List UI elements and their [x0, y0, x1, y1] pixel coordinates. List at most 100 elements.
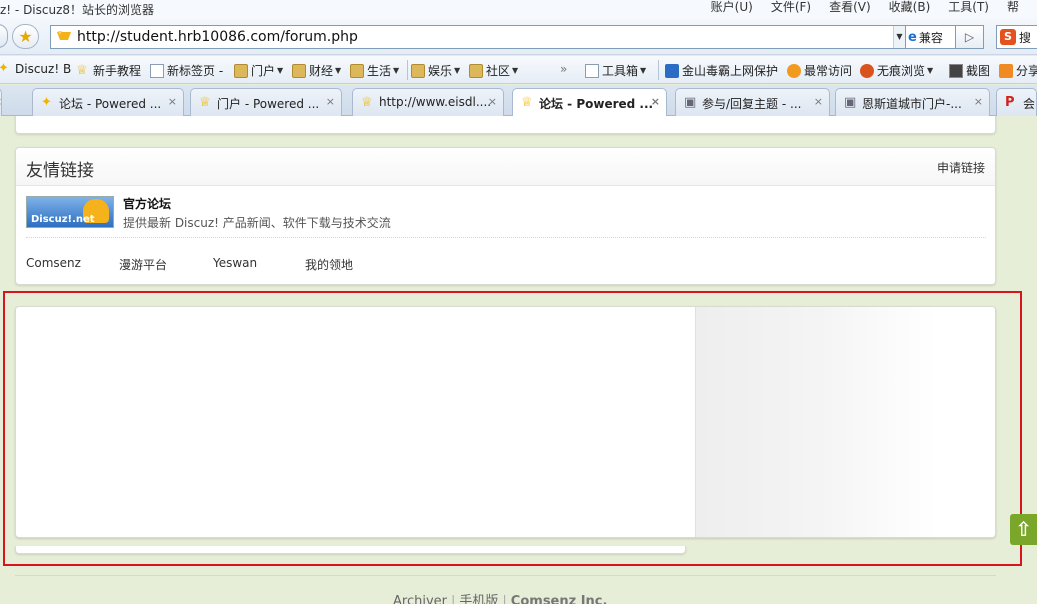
tab-close-icon[interactable]: ×	[326, 95, 335, 108]
tab-bar: × ✦ 论坛 - Powered ... × ♕ 门户 - Powered ..…	[0, 85, 1037, 116]
footer: Archiver | 手机版 | Comsenz Inc.	[393, 590, 607, 604]
tab-ensidao-portal[interactable]: ▣ 恩斯道城市门户-... ×	[835, 88, 990, 116]
menu-help[interactable]: 帮	[1007, 0, 1019, 18]
back-button[interactable]	[0, 24, 8, 48]
bookmark-toolbox[interactable]: 工具箱 ▼	[585, 62, 646, 79]
share-icon	[999, 63, 1013, 78]
discuz-cup-icon	[57, 31, 71, 40]
tab-close-icon[interactable]: ×	[488, 95, 497, 108]
compat-label: 兼容	[918, 30, 943, 45]
menu-view[interactable]: 查看(V)	[829, 0, 871, 18]
bookmark-screenshot[interactable]: 截图	[949, 62, 990, 79]
logo-text: Discuz!.net	[31, 214, 95, 225]
bookmark-private-browsing[interactable]: 无痕浏览 ▼	[860, 62, 933, 79]
bookmark-folder-entertainment[interactable]: 娱乐 ▼	[411, 62, 460, 79]
apply-link-button[interactable]: 申请链接	[937, 159, 985, 176]
tab-portal[interactable]: ♕ 门户 - Powered ... ×	[190, 88, 342, 116]
search-box[interactable]: S 搜	[996, 25, 1037, 49]
crop-icon	[949, 63, 963, 78]
chevron-down-icon: ▼	[393, 66, 400, 75]
back-to-top-button[interactable]: ⇧	[1010, 514, 1037, 545]
friend-link-comsenz[interactable]: Comsenz	[26, 256, 81, 270]
bookmarks-bar: ✦ Discuz! B ♕ 新手教程 新标签页 - 门户 ▼ 财经 ▼ 生活 ▼ 娱乐…	[0, 56, 1037, 84]
app-icon: P	[1005, 95, 1015, 110]
chevron-down-icon: ▼	[640, 66, 647, 75]
folder-icon	[234, 63, 248, 78]
tab-partial[interactable]: P 会	[996, 88, 1037, 116]
eye-icon	[860, 63, 874, 78]
bookmark-share[interactable]: 分享	[999, 62, 1037, 79]
double-chevron-icon: »	[560, 62, 568, 76]
bookmark-newbie-tutorial[interactable]: ♕ 新手教程	[76, 62, 141, 79]
friend-links-header: 友情链接 申请链接	[16, 148, 995, 186]
bookmark-folder-community[interactable]: 社区 ▼	[469, 62, 518, 79]
compat-mode-button[interactable]: e 兼容	[906, 25, 956, 49]
bookmark-folder-life[interactable]: 生活 ▼	[350, 62, 399, 79]
tab-close-icon[interactable]: ×	[168, 95, 177, 108]
footer-company[interactable]: Comsenz Inc.	[511, 594, 608, 604]
cup-icon: ♕	[199, 95, 211, 110]
cup-icon: ♕	[76, 62, 88, 78]
chevron-down-icon: ▼	[335, 66, 342, 75]
page-icon	[150, 63, 164, 78]
previous-panel-bottom	[15, 116, 996, 134]
toolbox-icon	[585, 63, 599, 78]
page-icon: ▣	[684, 95, 697, 110]
search-label: 搜	[1019, 30, 1032, 45]
folder-icon	[292, 63, 306, 78]
person-icon: ✦	[41, 95, 52, 110]
favorite-star-button[interactable]: ★	[12, 24, 39, 49]
tab-close-icon[interactable]: ×	[651, 95, 660, 108]
folder-icon	[469, 63, 483, 78]
tab-scroll-left[interactable]: ×	[0, 88, 2, 116]
address-bar[interactable]: http://student.hrb10086.com/forum.php ▼	[50, 25, 906, 49]
cup-icon: ♕	[361, 95, 373, 110]
bookmarks-overflow-chevron[interactable]: »	[560, 62, 567, 76]
shield-icon	[665, 63, 679, 78]
bookmark-kingsoft-protect[interactable]: 金山毒霸上网保护	[665, 62, 778, 79]
person-icon: ✦	[0, 61, 9, 76]
friend-link-manyou[interactable]: 漫游平台	[119, 256, 167, 273]
go-button[interactable]: ▷	[956, 25, 984, 49]
ie-icon: e	[908, 29, 917, 45]
tab-close-icon[interactable]: ×	[974, 95, 983, 108]
menu-bar: 账户(U) 文件(F) 查看(V) 收藏(B) 工具(T) 帮	[711, 0, 1037, 18]
friend-links-panel: 友情链接 申请链接 Discuz!.net 官方论坛 提供最新 Discuz! …	[15, 147, 996, 285]
address-url[interactable]: http://student.hrb10086.com/forum.php	[77, 29, 358, 45]
bookmark-most-visited[interactable]: 最常访问	[787, 62, 852, 79]
folder-icon	[350, 63, 364, 78]
chevron-down-icon: ▼	[277, 66, 284, 75]
divider	[26, 237, 986, 238]
bookmark-separator	[658, 60, 659, 80]
red-highlight-box	[3, 291, 1022, 566]
friend-link-my-domain[interactable]: 我的领地	[305, 256, 353, 273]
menu-favorites[interactable]: 收藏(B)	[889, 0, 931, 18]
menu-file[interactable]: 文件(F)	[771, 0, 811, 18]
menu-account[interactable]: 账户(U)	[711, 0, 753, 18]
bookmark-discuz-b[interactable]: ✦ Discuz! B	[0, 61, 71, 77]
bookmark-new-tab-page[interactable]: 新标签页 -	[150, 62, 223, 79]
friend-links-title: 友情链接	[26, 161, 94, 181]
friend-link-yeswan[interactable]: Yeswan	[213, 256, 257, 270]
tab-forum-active[interactable]: ♕ 论坛 - Powered ... ×	[512, 88, 667, 116]
address-dropdown-arrow[interactable]: ▼	[893, 26, 905, 48]
menu-tools[interactable]: 工具(T)	[948, 0, 989, 18]
discuz-net-logo[interactable]: Discuz!.net	[26, 196, 114, 228]
star-icon	[787, 63, 801, 78]
footer-archiver-link[interactable]: Archiver	[393, 594, 447, 604]
bookmark-folder-portal[interactable]: 门户 ▼	[234, 62, 283, 79]
close-icon: ×	[0, 95, 1, 108]
tab-close-icon[interactable]: ×	[814, 95, 823, 108]
bookmark-separator	[407, 60, 408, 80]
footer-separator: |	[502, 594, 507, 604]
tab-reply-topic[interactable]: ▣ 参与/回复主题 - ... ×	[675, 88, 830, 116]
footer-mobile-link[interactable]: 手机版	[459, 594, 498, 604]
bookmark-folder-finance[interactable]: 财经 ▼	[292, 62, 341, 79]
window-title: z! - Discuz8！站长的浏览器	[0, 3, 155, 17]
folder-icon	[411, 63, 425, 78]
page-content: 友情链接 申请链接 Discuz!.net 官方论坛 提供最新 Discuz! …	[0, 116, 1037, 604]
page-icon: ▣	[844, 95, 857, 110]
official-forum-link[interactable]: 官方论坛	[123, 195, 171, 212]
tab-forum-1[interactable]: ✦ 论坛 - Powered ... ×	[32, 88, 184, 116]
tab-eisdl[interactable]: ♕ http://www.eisdl.... ×	[352, 88, 504, 116]
